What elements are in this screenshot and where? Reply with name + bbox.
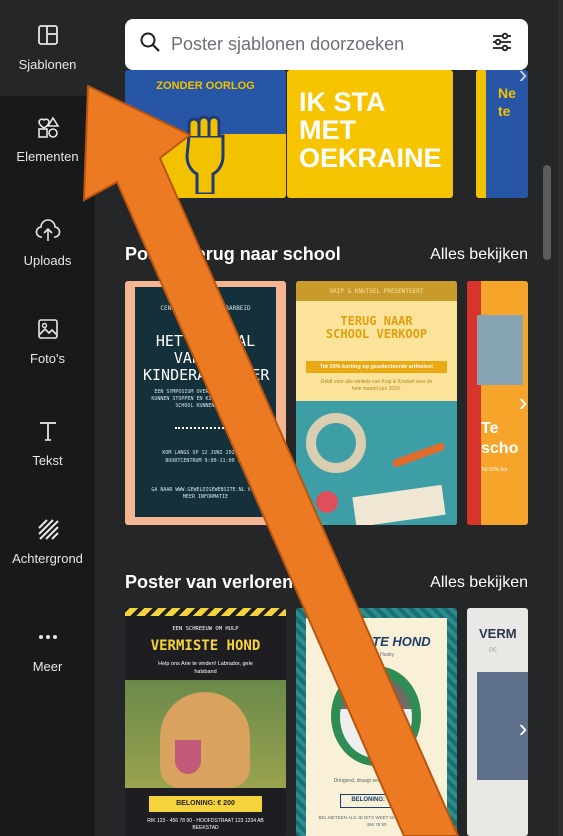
templates-icon <box>35 22 61 51</box>
panel-edge <box>558 0 563 836</box>
sidebar-item-label: Meer <box>32 659 63 674</box>
card-top: CENTRUM VOOR KINDERARBEID <box>160 305 251 312</box>
photo-icon <box>35 316 61 345</box>
background-icon <box>35 516 61 545</box>
card-date: KOM LANGS OP 12 JUNI 2022 PMC BUURTCENTR… <box>162 450 250 464</box>
card-sub: Help ons Husky <box>358 652 394 658</box>
card-sub: Help ons Arie te vinden! Labrador, gele … <box>158 661 253 675</box>
sidebar-item-label: Sjablonen <box>18 57 77 72</box>
sidebar-item-more[interactable]: Meer <box>0 624 95 674</box>
chevron-right-icon: › <box>518 386 528 417</box>
sidebar-item-text[interactable]: Tekst <box>0 418 95 468</box>
card-title: VERM <box>479 626 517 641</box>
template-card[interactable]: GRIP & KNUTSEL PRESENTEERT TERUG NAAR SC… <box>296 281 457 525</box>
sidebar-item-label: Achtergrond <box>12 551 83 566</box>
sidebar-item-label: Elementen <box>16 149 79 164</box>
search-input[interactable]: Poster sjablonen doorzoeken <box>171 34 490 55</box>
upload-icon <box>35 218 61 247</box>
template-card[interactable]: EEN SCHREEUW OM HULP VERMISTE HOND Help … <box>125 608 286 836</box>
text-icon <box>35 418 61 447</box>
card-title: IK STA MET OEKRAINE <box>299 87 442 173</box>
card-body: Dringend, draagt een groene halsband <box>333 778 420 784</box>
section-title: Poster van verloren hond <box>125 572 343 592</box>
template-card[interactable]: VERMISTE HOND Help ons Husky Dringend, d… <box>296 608 457 836</box>
sidebar-item-elements[interactable]: Elementen <box>0 114 95 164</box>
card-note: Geldt voor alle winkels van Knip & Knuts… <box>320 379 433 392</box>
templates-panel: Poster sjablonen doorzoeken ZONDER OORLO… <box>95 0 558 836</box>
more-icon <box>35 624 61 653</box>
sidebar-item-label: Foto's <box>30 351 65 366</box>
app: Sjablonen Elementen Uploads Foto's Tekst <box>0 0 563 836</box>
card-reward: BELONING: € 300 <box>340 794 413 808</box>
sidebar-item-templates[interactable]: Sjablonen <box>0 0 95 96</box>
card-title: VERMISTE HOND <box>150 638 261 654</box>
card-footer: BEL METEEN ALS JE IETS WEET NAAR ANNA OP… <box>318 815 435 827</box>
see-all-link[interactable]: Alles bekijken <box>430 574 528 592</box>
search-icon <box>139 31 161 58</box>
card-top: GRIP & KNUTSEL PRESENTEERT <box>329 288 424 295</box>
card-reward: BELONING: € 200 <box>149 796 262 812</box>
see-all-link[interactable]: Alles bekijken <box>430 246 528 264</box>
template-card[interactable]: ZONDER OORLOG <box>125 70 286 198</box>
card-footer: GA NAAR WWW.GEWELDIGEWEBSITE.NL VOOR MEE… <box>151 487 260 500</box>
card-promo: Tot 50% korting op geselecteerde artikel… <box>306 361 447 373</box>
sidebar-item-uploads[interactable]: Uploads <box>0 218 95 268</box>
sidebar-item-label: Uploads <box>23 253 72 268</box>
card-title: HET VERHAAL VAN EEN KINDERARBEIDER <box>143 332 270 384</box>
fist-icon <box>185 115 225 194</box>
card-address: RIK 123 - 456 78 90 - HOOFDSTRAAT 123 12… <box>147 818 264 831</box>
template-card[interactable]: CENTRUM VOOR KINDERARBEID HET VERHAAL VA… <box>125 281 286 525</box>
template-card[interactable]: IK STA MET OEKRAINE <box>287 70 453 198</box>
card-body: EEN SYMPOSIUM OVER HOE WE KINDEREN KUNNE… <box>151 389 260 409</box>
sidebar-item-photos[interactable]: Foto's <box>0 316 95 366</box>
search-bar[interactable]: Poster sjablonen doorzoeken <box>125 19 528 70</box>
sidebar-item-background[interactable]: Achtergrond <box>0 516 95 566</box>
card-promo: Tot 50% kor <box>481 467 508 473</box>
card-title: Te scho <box>481 420 519 457</box>
card-text: ZONDER OORLOG <box>156 80 255 92</box>
section-title: Poster Terug naar school <box>125 244 341 264</box>
section-header: Poster van verloren hond Alles bekijken <box>125 572 528 593</box>
filter-icon[interactable] <box>490 30 514 59</box>
section-header: Poster Terug naar school Alles bekijken <box>125 244 528 265</box>
card-top: EEN SCHREEUW OM HULP <box>172 626 239 632</box>
left-sidebar: Sjablonen Elementen Uploads Foto's Tekst <box>0 0 95 836</box>
divider-dots <box>175 427 235 429</box>
elements-icon <box>35 114 61 143</box>
card-sub: PE <box>489 648 498 654</box>
sidebar-item-label: Tekst <box>32 453 63 468</box>
scrollbar-thumb[interactable] <box>543 165 551 260</box>
chevron-right-icon: › <box>518 712 528 743</box>
card-title: TERUG NAAR SCHOOL VERKOOP <box>325 314 428 341</box>
next-arrow-button[interactable]: › <box>509 706 537 750</box>
next-arrow-button[interactable]: › <box>509 380 537 424</box>
card-title: VERMISTE HOND <box>322 634 431 649</box>
